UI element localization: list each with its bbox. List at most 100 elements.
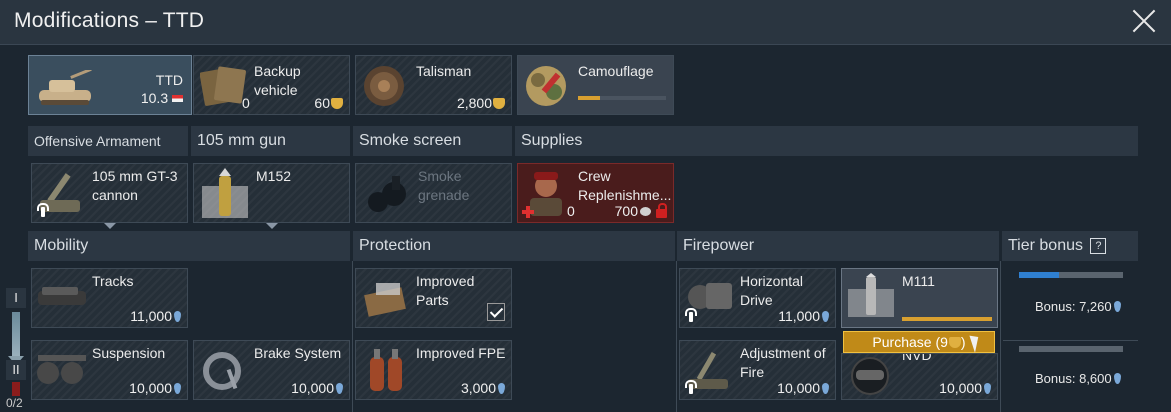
golden-eagle-icon xyxy=(948,337,961,348)
silver-lion-icon xyxy=(640,207,651,216)
tracks-icon xyxy=(36,281,88,317)
mod-suspension-price: 10,000 xyxy=(129,380,181,396)
help-icon[interactable]: ? xyxy=(1090,238,1107,254)
mod-horizontal-drive-label: Horizontal Drive xyxy=(740,273,804,308)
mod-horizontal-drive-price: 11,000 xyxy=(778,308,829,324)
rank-progress-bar xyxy=(12,312,20,356)
wrench-icon xyxy=(684,308,698,322)
crew-replenishment-card[interactable]: Crew Replenishme... 0 700 xyxy=(517,163,674,223)
parts-icon xyxy=(362,277,412,321)
talisman-card[interactable]: Talisman 2,800 xyxy=(355,55,512,115)
wrench-icon xyxy=(684,380,698,394)
tier-bonus-1-progress xyxy=(1019,272,1123,278)
mod-adjustment-price: 10,000 xyxy=(777,380,829,396)
vehicle-name: TTD xyxy=(155,72,183,88)
weapon-m152-card[interactable]: M152 xyxy=(193,163,350,223)
mod-nvd-price: 10,000 xyxy=(939,380,991,396)
mod-brake-label: Brake System xyxy=(254,345,342,361)
mod-fpe-price: 3,000 xyxy=(461,380,505,396)
camouflage-progress-bar xyxy=(578,96,666,100)
researched-checkmark-icon xyxy=(487,303,505,321)
backup-vehicle-icon xyxy=(199,64,248,108)
modifications-panel: TTD 10.3 Backup vehicle 0 60 Talisman 2,… xyxy=(28,50,1168,412)
research-icon xyxy=(336,383,343,394)
mod-adjustment-card[interactable]: Adjustment of Fire 10,000 xyxy=(679,340,836,400)
category-tier-bonus: Tier bonus ? xyxy=(1002,231,1138,261)
talisman-price: 2,800 xyxy=(457,95,505,111)
crew-price: 700 xyxy=(615,203,651,219)
mod-nvd-label: NVD xyxy=(902,353,932,363)
category-smoke: Smoke screen xyxy=(353,126,512,156)
add-icon xyxy=(522,206,534,218)
tier-bonus-1: Bonus: 7,260 xyxy=(1003,268,1138,340)
expand-arrow-icon[interactable] xyxy=(104,223,116,229)
close-icon[interactable] xyxy=(1131,8,1157,34)
rank-indicator: I II 0/2 xyxy=(4,286,28,412)
mod-brake-card[interactable]: Brake System 10,000 xyxy=(193,340,350,400)
expand-arrow-icon[interactable] xyxy=(266,223,278,229)
column-divider xyxy=(1000,261,1001,412)
tier-bonus-2-label: Bonus: 8,600 xyxy=(1035,371,1121,386)
mod-horizontal-drive-card[interactable]: Horizontal Drive 11,000 xyxy=(679,268,836,328)
mod-tracks-price: 11,000 xyxy=(130,308,181,324)
category-protection: Protection xyxy=(353,231,675,261)
talisman-icon xyxy=(362,64,406,108)
mod-tracks-label: Tracks xyxy=(92,273,134,289)
fire-extinguisher-icon xyxy=(366,347,412,395)
mod-brake-price: 10,000 xyxy=(291,380,343,396)
backup-vehicle-price: 60 xyxy=(314,95,343,111)
mod-adjustment-label: Adjustment of Fire xyxy=(740,345,826,380)
rank-marker xyxy=(12,382,20,396)
window-titlebar: Modifications – TTD xyxy=(0,0,1171,45)
lock-icon xyxy=(656,203,667,218)
golden-eagle-icon xyxy=(493,98,505,109)
weapon-m152-label: M152 xyxy=(256,168,292,184)
vehicle-br: 10.3 xyxy=(141,90,183,106)
smoke-grenade-icon xyxy=(364,174,410,216)
research-icon xyxy=(174,311,181,322)
rank-tier1: I xyxy=(6,288,26,308)
tier-bonus-2: Bonus: 8,600 xyxy=(1003,342,1138,412)
research-icon xyxy=(1113,373,1121,384)
mod-suspension-card[interactable]: Suspension 10,000 xyxy=(31,340,188,400)
weapon-smoke-card[interactable]: Smoke grenade xyxy=(355,163,512,223)
mod-m111-progress-bar xyxy=(902,317,992,321)
tank-icon xyxy=(35,67,95,108)
crew-count: 0 xyxy=(567,203,575,219)
research-icon xyxy=(174,383,181,394)
mod-fpe-label: Improved FPE xyxy=(416,345,506,361)
window-title: Modifications – TTD xyxy=(14,9,205,32)
mod-m111-card[interactable]: M111 xyxy=(841,268,998,328)
mod-tracks-card[interactable]: Tracks 11,000 xyxy=(31,268,188,328)
research-icon xyxy=(822,383,829,394)
weapon-cannon-card[interactable]: 105 mm GT-3 cannon xyxy=(31,163,188,223)
golden-eagle-icon xyxy=(331,98,343,109)
camouflage-icon xyxy=(524,64,568,108)
research-icon xyxy=(498,383,505,394)
mod-fpe-card[interactable]: Improved FPE 3,000 xyxy=(355,340,512,400)
camouflage-card[interactable]: Camouflage xyxy=(517,55,674,115)
suspension-icon xyxy=(36,349,88,393)
backup-vehicle-card[interactable]: Backup vehicle 0 60 xyxy=(193,55,350,115)
category-gun: 105 mm gun xyxy=(191,126,350,156)
backup-vehicle-count: 0 xyxy=(242,95,250,111)
night-vision-icon xyxy=(848,356,898,396)
rank-tier2: II xyxy=(6,360,26,380)
mod-suspension-label: Suspension xyxy=(92,345,166,361)
research-icon xyxy=(822,311,829,322)
category-mobility: Mobility xyxy=(28,231,350,261)
mod-parts-card[interactable]: Improved Parts xyxy=(355,268,512,328)
m111-shell-icon xyxy=(846,273,898,321)
tier-bonus-2-progress xyxy=(1019,346,1123,352)
mod-m111-label: M111 xyxy=(902,273,935,289)
weapon-smoke-label: Smoke grenade xyxy=(418,168,470,203)
crew-replenishment-label: Crew Replenishme... xyxy=(578,168,672,203)
shell-icon xyxy=(200,168,250,220)
camouflage-label: Camouflage xyxy=(578,63,654,79)
category-offensive: Offensive Armament xyxy=(28,126,188,156)
mod-nvd-card[interactable]: NVD 10,000 xyxy=(841,353,998,400)
column-divider xyxy=(676,261,677,412)
research-icon xyxy=(984,383,991,394)
tier-bonus-1-label: Bonus: 7,260 xyxy=(1035,299,1121,314)
vehicle-card-ttd[interactable]: TTD 10.3 xyxy=(28,55,192,115)
